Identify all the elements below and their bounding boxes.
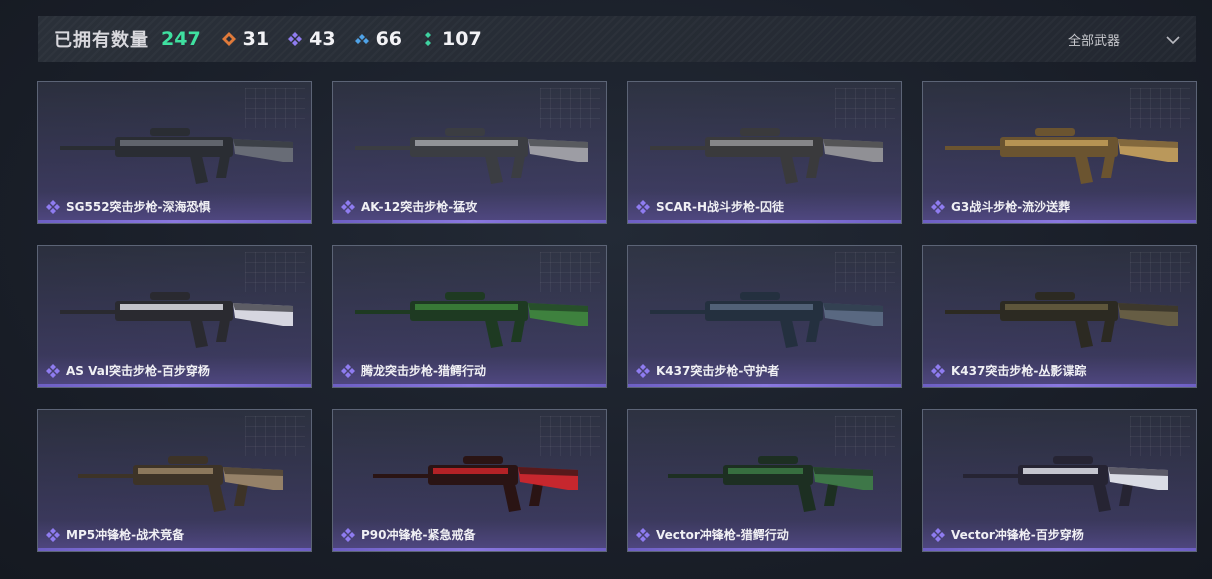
chevron-down-icon — [1166, 30, 1180, 49]
rarity-stat-blue: 66 — [354, 28, 402, 50]
weapon-image — [355, 128, 588, 184]
weapon-card[interactable]: SCAR-H战斗步枪-囚徒 — [627, 81, 902, 224]
weapon-filter-dropdown[interactable]: 全部武器 — [1068, 16, 1180, 62]
rarity-count: 107 — [442, 28, 482, 50]
weapon-card[interactable]: K437突击步枪-丛影谍踪 — [922, 245, 1197, 388]
purple-gem-icon — [931, 527, 945, 542]
owned-count: 247 — [161, 28, 201, 50]
weapon-name: SG552突击步枪-深海恐惧 — [66, 200, 211, 214]
weapon-image — [60, 128, 293, 184]
weapon-name: MP5冲锋枪-战术竞备 — [66, 528, 185, 542]
purple-gem-icon — [931, 199, 945, 214]
green-gem-icon — [420, 31, 436, 47]
weapon-name: P90冲锋枪-紧急戒备 — [361, 528, 476, 542]
rarity-stat-purple: 43 — [287, 28, 336, 50]
purple-gem-icon — [46, 363, 60, 378]
weapon-grid: SG552突击步枪-深海恐惧 AK-12突击步枪-猛攻 SCAR-H战斗步枪-囚… — [37, 81, 1197, 552]
weapon-card[interactable]: AS Val突击步枪-百步穿杨 — [37, 245, 312, 388]
filter-label: 全部武器 — [1067, 33, 1120, 49]
weapon-name: Vector冲锋枪-猎鳄行动 — [656, 528, 789, 542]
weapon-card[interactable]: Vector冲锋枪-猎鳄行动 — [627, 409, 902, 552]
weapon-card[interactable]: K437突击步枪-守护者 — [627, 245, 902, 388]
weapon-name: SCAR-H战斗步枪-囚徒 — [656, 200, 784, 214]
weapon-image — [355, 292, 588, 348]
weapon-image — [668, 456, 873, 512]
purple-gem-icon — [931, 363, 945, 378]
weapon-image — [60, 292, 293, 348]
weapon-card[interactable]: Vector冲锋枪-百步穿杨 — [922, 409, 1197, 552]
rarity-stat-orange: 31 — [221, 28, 269, 50]
orange-gem-icon — [221, 31, 237, 47]
weapon-name: 腾龙突击步枪-猎鳄行动 — [361, 364, 486, 378]
purple-gem-icon — [46, 199, 60, 214]
weapon-name: G3战斗步枪-流沙送葬 — [951, 200, 1071, 214]
purple-gem-icon — [341, 199, 355, 214]
purple-gem-icon — [636, 363, 650, 378]
weapon-image — [78, 456, 283, 512]
weapon-name: AK-12突击步枪-猛攻 — [361, 200, 478, 214]
weapon-image — [650, 128, 883, 184]
weapon-name: K437突击步枪-丛影谍踪 — [951, 364, 1087, 378]
weapon-name: Vector冲锋枪-百步穿杨 — [951, 528, 1084, 542]
rarity-count: 66 — [375, 28, 403, 50]
weapon-image — [963, 456, 1168, 512]
weapon-card[interactable]: P90冲锋枪-紧急戒备 — [332, 409, 607, 552]
weapon-card[interactable]: G3战斗步枪-流沙送葬 — [922, 81, 1197, 224]
weapon-image — [650, 292, 883, 348]
weapon-image — [945, 128, 1178, 184]
weapon-image — [945, 292, 1178, 348]
purple-gem-icon — [341, 527, 355, 542]
inventory-header: 已拥有数量 247 31 43 66 107 全部武器 — [38, 16, 1196, 62]
weapon-card[interactable]: MP5冲锋枪-战术竞备 — [37, 409, 312, 552]
rarity-count: 31 — [242, 28, 270, 50]
purple-gem-icon — [287, 31, 303, 47]
weapon-name: AS Val突击步枪-百步穿杨 — [66, 364, 210, 378]
purple-gem-icon — [46, 527, 60, 542]
weapon-card[interactable]: 腾龙突击步枪-猎鳄行动 — [332, 245, 607, 388]
purple-gem-icon — [636, 199, 650, 214]
weapon-card[interactable]: SG552突击步枪-深海恐惧 — [37, 81, 312, 224]
blue-gem-icon — [354, 31, 370, 47]
weapon-card[interactable]: AK-12突击步枪-猛攻 — [332, 81, 607, 224]
weapon-image — [373, 456, 578, 512]
weapon-name: K437突击步枪-守护者 — [656, 364, 780, 378]
purple-gem-icon — [636, 527, 650, 542]
rarity-stat-green: 107 — [420, 28, 482, 50]
owned-label: 已拥有数量 — [54, 30, 149, 51]
purple-gem-icon — [341, 363, 355, 378]
rarity-count: 43 — [309, 28, 336, 50]
